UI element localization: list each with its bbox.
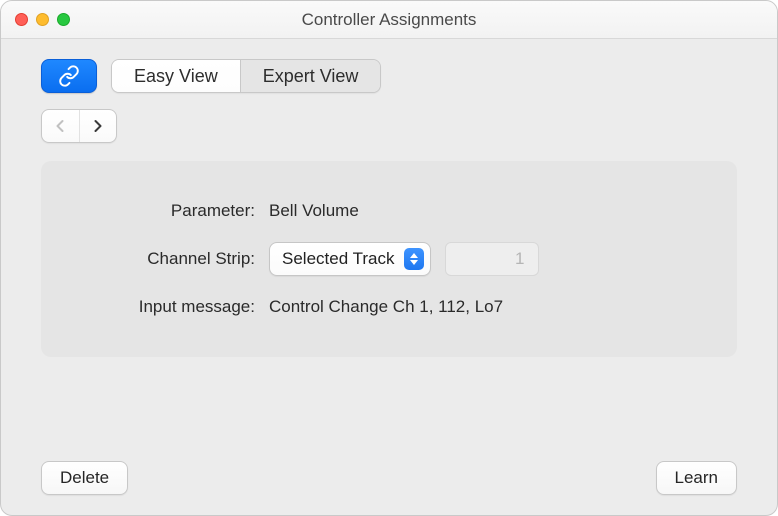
channel-strip-number-value: 1 [515, 249, 524, 269]
delete-button[interactable]: Delete [41, 461, 128, 495]
next-assignment-button[interactable] [80, 110, 117, 142]
row-channel-strip: Channel Strip: Selected Track 1 [69, 237, 709, 281]
window-title: Controller Assignments [1, 10, 777, 30]
tab-expert-view[interactable]: Expert View [241, 60, 381, 92]
chevron-right-icon [92, 119, 103, 133]
label-input-message: Input message: [69, 297, 269, 317]
controller-assignments-window: Controller Assignments Easy View Expert … [0, 0, 778, 516]
chevron-left-icon [55, 119, 66, 133]
prev-assignment-button[interactable] [42, 110, 80, 142]
label-channel-strip: Channel Strip: [69, 249, 269, 269]
popup-arrows-icon [404, 248, 424, 270]
channel-strip-selected: Selected Track [282, 249, 394, 269]
assignment-panel: Parameter: Bell Volume Channel Strip: Se… [41, 161, 737, 357]
label-parameter: Parameter: [69, 201, 269, 221]
tab-easy-view[interactable]: Easy View [112, 60, 241, 92]
row-parameter: Parameter: Bell Volume [69, 189, 709, 233]
channel-strip-popup[interactable]: Selected Track [269, 242, 431, 276]
toolbar-row: Easy View Expert View [41, 59, 737, 93]
row-input-message: Input message: Control Change Ch 1, 112,… [69, 285, 709, 329]
channel-strip-number-field[interactable]: 1 [445, 242, 539, 276]
assignment-nav [41, 109, 117, 143]
titlebar: Controller Assignments [1, 1, 777, 39]
value-input-message: Control Change Ch 1, 112, Lo7 [269, 297, 503, 317]
footer-row: Delete Learn [41, 437, 737, 495]
link-button[interactable] [41, 59, 97, 93]
link-icon [58, 65, 80, 87]
learn-button[interactable]: Learn [656, 461, 737, 495]
value-parameter: Bell Volume [269, 201, 359, 221]
view-mode-switch: Easy View Expert View [111, 59, 381, 93]
content-area: Easy View Expert View Parameter: Bell Vo… [1, 39, 777, 515]
